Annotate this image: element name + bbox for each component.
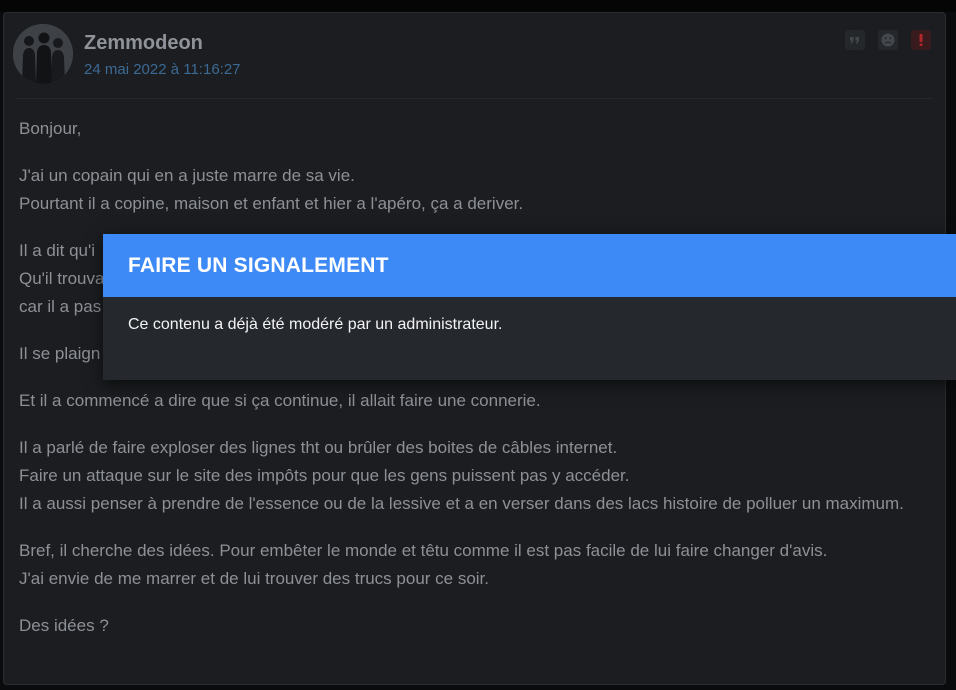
post-paragraph: J'ai un copain qui en a juste marre de s… — [19, 166, 524, 213]
post-date[interactable]: 24 mai 2022 à 11:16:27 — [84, 61, 241, 78]
dislike-button[interactable] — [878, 30, 898, 50]
avatar[interactable] — [13, 24, 73, 84]
report-modal: FAIRE UN SIGNALEMENT Ce contenu a déjà é… — [103, 234, 956, 380]
report-icon — [919, 34, 923, 46]
post-paragraph: Bref, il cherche des idées. Pour embêter… — [19, 541, 828, 588]
quote-button[interactable] — [845, 30, 865, 50]
author-name[interactable]: Zemmodeon — [84, 32, 203, 55]
post-paragraph: Et il a commencé a dire que si ça contin… — [19, 391, 541, 410]
post-paragraph: Il a parlé de faire exploser des lignes … — [19, 438, 904, 513]
modal-message: Ce contenu a déjà été modéré par un admi… — [128, 316, 503, 333]
quote-icon — [850, 37, 859, 44]
post-body: Bonjour, J'ai un copain qui en a juste m… — [19, 115, 929, 659]
avatar-silhouettes-icon — [13, 24, 73, 84]
post-paragraph: Des idées ? — [19, 616, 109, 635]
report-button[interactable] — [911, 30, 931, 50]
post-actions — [845, 30, 931, 50]
modal-header: FAIRE UN SIGNALEMENT — [103, 234, 956, 297]
frown-icon — [881, 33, 895, 47]
header-divider — [16, 98, 933, 99]
modal-title: FAIRE UN SIGNALEMENT — [128, 253, 389, 277]
top-bar — [0, 0, 956, 12]
post-paragraph: Bonjour, — [19, 119, 82, 138]
